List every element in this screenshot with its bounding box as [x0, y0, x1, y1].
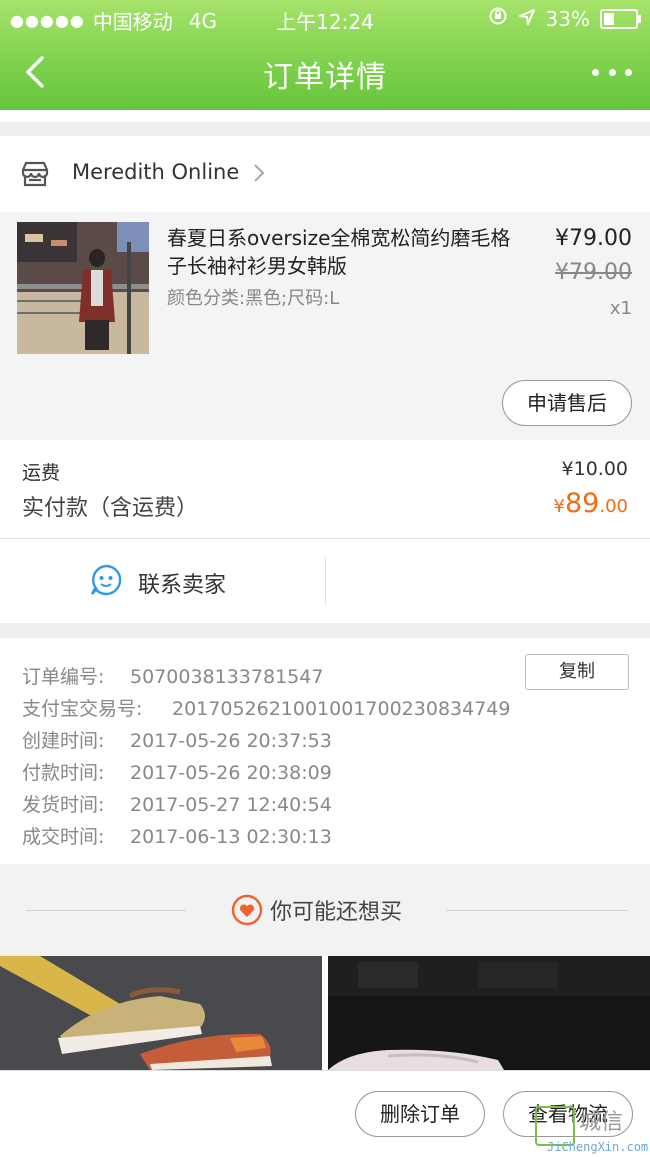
info-label: 创建时间: — [22, 730, 105, 752]
copy-order-number-button[interactable]: 复制 — [525, 654, 629, 690]
info-label: 成交时间: — [22, 826, 105, 848]
order-product-item[interactable]: 春夏日系oversize全棉宽松简约磨毛格子长袖衬衫男女韩版 颜色分类:黑色;尺… — [0, 212, 650, 440]
completed-time-row: 成交时间: 2017-06-13 02:30:13 — [22, 822, 332, 849]
info-label: 发货时间: — [22, 794, 105, 816]
divider — [325, 557, 326, 605]
contact-seller-button[interactable]: 联系卖家 — [0, 539, 325, 623]
created-time-row: 创建时间: 2017-05-26 20:37:53 — [22, 726, 332, 753]
paid-label: 实付款（含运费） — [22, 496, 199, 521]
apply-after-sale-button[interactable]: 申请售后 — [502, 380, 632, 426]
product-quantity: x1 — [609, 298, 632, 319]
product-original-price: ¥79.00 — [555, 260, 632, 285]
more-dot-icon — [608, 68, 616, 76]
product-sku: 颜色分类:黑色;尺码:L — [167, 288, 340, 309]
contact-row: 联系卖家 — [0, 539, 650, 623]
divider — [26, 910, 186, 911]
recommend-grid — [0, 956, 650, 1070]
info-label: 订单编号: — [22, 666, 105, 688]
shop-row[interactable]: Meredith Online — [0, 136, 650, 212]
more-dot-icon — [625, 68, 632, 76]
watermark-url: JiChengXin.com — [547, 1140, 649, 1154]
store-icon — [20, 160, 50, 192]
completed-time: 2017-06-13 02:30:13 — [130, 826, 332, 848]
paid-amount: ¥89.00 — [554, 488, 628, 519]
chevron-right-icon — [252, 162, 266, 188]
nav-bar: 订单详情 — [0, 36, 650, 110]
rotation-lock-icon — [488, 6, 508, 31]
cost-summary: 运费 ¥10.00 实付款（含运费） ¥89.00 — [0, 440, 650, 539]
heart-icon — [231, 894, 263, 930]
info-label: 付款时间: — [22, 762, 105, 784]
more-dot-icon — [592, 68, 599, 76]
more-options-button[interactable] — [592, 54, 632, 90]
info-label: 支付宝交易号: — [22, 698, 143, 720]
alipay-trade-row: 支付宝交易号: 2017052621001001700230834749 — [22, 694, 510, 721]
status-bar: ●●●●● 中国移动 4G 上午12:24 33% — [0, 0, 650, 36]
battery-percent: 33% — [545, 6, 590, 31]
paid-time-row: 付款时间: 2017-05-26 20:38:09 — [22, 758, 332, 785]
paid-currency: ¥ — [553, 496, 565, 517]
shipping-label: 运费 — [22, 462, 61, 484]
paid-time: 2017-05-26 20:38:09 — [130, 762, 332, 784]
paid-integer: 89 — [565, 488, 600, 519]
sneaker-image — [0, 956, 322, 1070]
recommend-item[interactable] — [328, 956, 650, 1070]
shop-name: Meredith Online — [72, 160, 240, 184]
product-price: ¥79.00 — [555, 226, 632, 251]
paid-decimal: .00 — [599, 496, 628, 517]
product-title: 春夏日系oversize全棉宽松简约磨毛格子长袖衬衫男女韩版 — [167, 226, 511, 278]
product-thumbnail[interactable] — [17, 222, 149, 354]
shipped-time-row: 发货时间: 2017-05-27 12:40:54 — [22, 790, 332, 817]
alipay-trade-number: 2017052621001001700230834749 — [172, 698, 511, 720]
watermark-text: 城信 — [579, 1110, 624, 1135]
order-number: 5070038133781547 — [130, 666, 324, 688]
recommend-title: 你可能还想买 — [270, 900, 403, 925]
contact-seller-label: 联系卖家 — [138, 573, 227, 598]
top-spacer — [0, 110, 650, 122]
order-number-row: 订单编号: 5070038133781547 — [22, 662, 323, 689]
order-info: 订单编号: 5070038133781547 复制 支付宝交易号: 20170526… — [0, 638, 650, 864]
watermark-logo: 城信 JiChengXin.com — [533, 1104, 648, 1154]
app-header: ●●●●● 中国移动 4G 上午12:24 33% 订单详情 — [0, 0, 650, 110]
page-title: 订单详情 — [263, 60, 387, 95]
created-time: 2017-05-26 20:37:53 — [130, 730, 332, 752]
divider — [446, 910, 628, 911]
shipping-value: ¥10.00 — [561, 458, 628, 480]
battery-icon — [600, 8, 641, 29]
location-arrow-icon — [518, 7, 536, 31]
shipped-time: 2017-05-27 12:40:54 — [130, 794, 332, 816]
chat-bubble-icon — [89, 563, 123, 601]
delete-order-button[interactable]: 删除订单 — [355, 1091, 485, 1137]
recommend-item[interactable] — [0, 956, 322, 1070]
recommend-header: 你可能还想买 — [0, 864, 650, 956]
product-image — [328, 956, 650, 1070]
